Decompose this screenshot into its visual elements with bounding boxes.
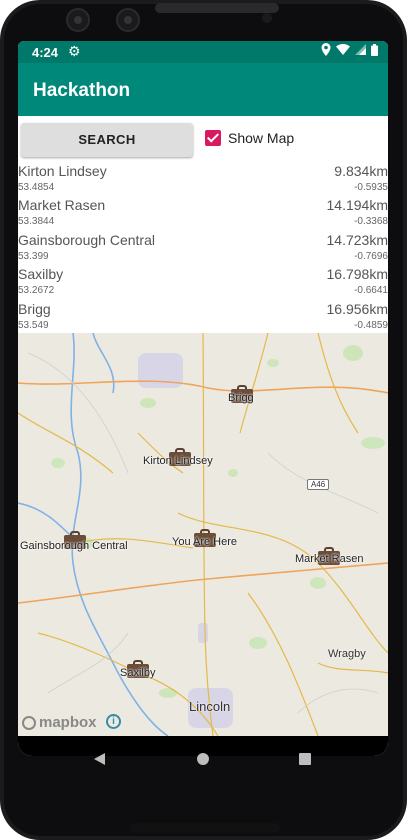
station-distance: 14.723km [326, 231, 388, 248]
station-latitude: 53.399 [18, 250, 49, 262]
signal-icon [355, 44, 366, 55]
marker-label-gainsborough-central: Gainsborough Central [20, 540, 128, 552]
list-item[interactable]: Market Rasen 14.194km 53.3844 -0.3368 [18, 197, 388, 231]
station-distance: 14.194km [326, 197, 388, 214]
sensor [262, 13, 272, 23]
list-item[interactable]: Kirton Lindsey 9.834km 53.4854 -0.5935 [18, 163, 388, 197]
wifi-icon [336, 44, 350, 55]
station-distance: 16.956km [326, 300, 388, 317]
camera-icon [66, 8, 90, 32]
place-label-lincoln: Lincoln [189, 699, 231, 714]
station-longitude: -0.7696 [354, 250, 388, 262]
screen: 4:24 ⚙ Hackathon SEARCH Show Map Kirton … [18, 41, 388, 756]
station-name: Kirton Lindsey [18, 163, 107, 179]
app-bar: Hackathon [18, 63, 388, 116]
marker-label-brigg: Brigg [228, 392, 254, 404]
status-bar: 4:24 ⚙ [18, 41, 388, 63]
station-distance: 16.798km [326, 266, 388, 283]
station-name: Gainsborough Central [18, 231, 155, 248]
speaker-grille [155, 3, 279, 13]
recents-icon[interactable] [298, 752, 312, 771]
camera-icon [116, 8, 140, 32]
phone-frame: 4:24 ⚙ Hackathon SEARCH Show Map Kirton … [0, 0, 407, 840]
station-name: Market Rasen [18, 197, 106, 214]
back-icon[interactable] [92, 752, 106, 771]
station-longitude: -0.4859 [354, 319, 388, 331]
station-name: Brigg [18, 300, 51, 317]
marker-label-kirton-lindsey: Kirton Lindsey [143, 455, 213, 467]
station-name: Saxilby [18, 266, 64, 283]
home-icon[interactable] [196, 752, 210, 771]
station-latitude: 53.2672 [18, 285, 55, 297]
station-latitude: 53.4854 [18, 182, 55, 193]
map-view[interactable]: Brigg Kirton Lindsey Gainsborough Centra… [18, 333, 388, 736]
gear-icon: ⚙ [68, 43, 81, 59]
results-list: Kirton Lindsey 9.834km 53.4854 -0.5935 M… [18, 163, 388, 335]
station-latitude: 53.3844 [18, 216, 55, 228]
location-icon [321, 43, 331, 56]
marker-label-you-are-here: You Are Here [172, 536, 238, 548]
status-icons [321, 43, 378, 56]
road-badge-a46: A46 [307, 479, 330, 490]
list-item[interactable]: Saxilby 16.798km 53.2672 -0.6641 [18, 266, 388, 300]
app-title: Hackathon [33, 80, 131, 101]
show-map-checkbox[interactable] [205, 130, 221, 146]
place-label-wragby: Wragby [328, 648, 366, 660]
list-item[interactable]: Gainsborough Central 14.723km 53.399 -0.… [18, 232, 388, 266]
station-longitude: -0.5935 [354, 182, 388, 193]
phone-bottom-edge [130, 823, 280, 833]
mapbox-logo[interactable]: mapbox [22, 714, 97, 731]
mapbox-attribution: mapbox [39, 714, 97, 731]
station-longitude: -0.3368 [354, 216, 388, 228]
list-item[interactable]: Brigg 16.956km 53.549 -0.4859 [18, 301, 388, 335]
station-longitude: -0.6641 [354, 285, 388, 297]
info-icon[interactable]: i [106, 714, 121, 729]
station-latitude: 53.549 [18, 319, 49, 331]
search-button[interactable]: SEARCH [21, 123, 193, 157]
marker-label-saxilby: Saxilby [120, 667, 156, 679]
mapbox-icon [22, 715, 36, 730]
status-time: 4:24 [32, 45, 59, 60]
battery-icon [371, 43, 378, 56]
show-map-label: Show Map [228, 130, 295, 146]
station-distance: 9.834km [334, 163, 388, 179]
show-map-toggle[interactable]: Show Map [205, 130, 294, 146]
marker-label-market-rasen: Market Rasen [295, 553, 364, 565]
